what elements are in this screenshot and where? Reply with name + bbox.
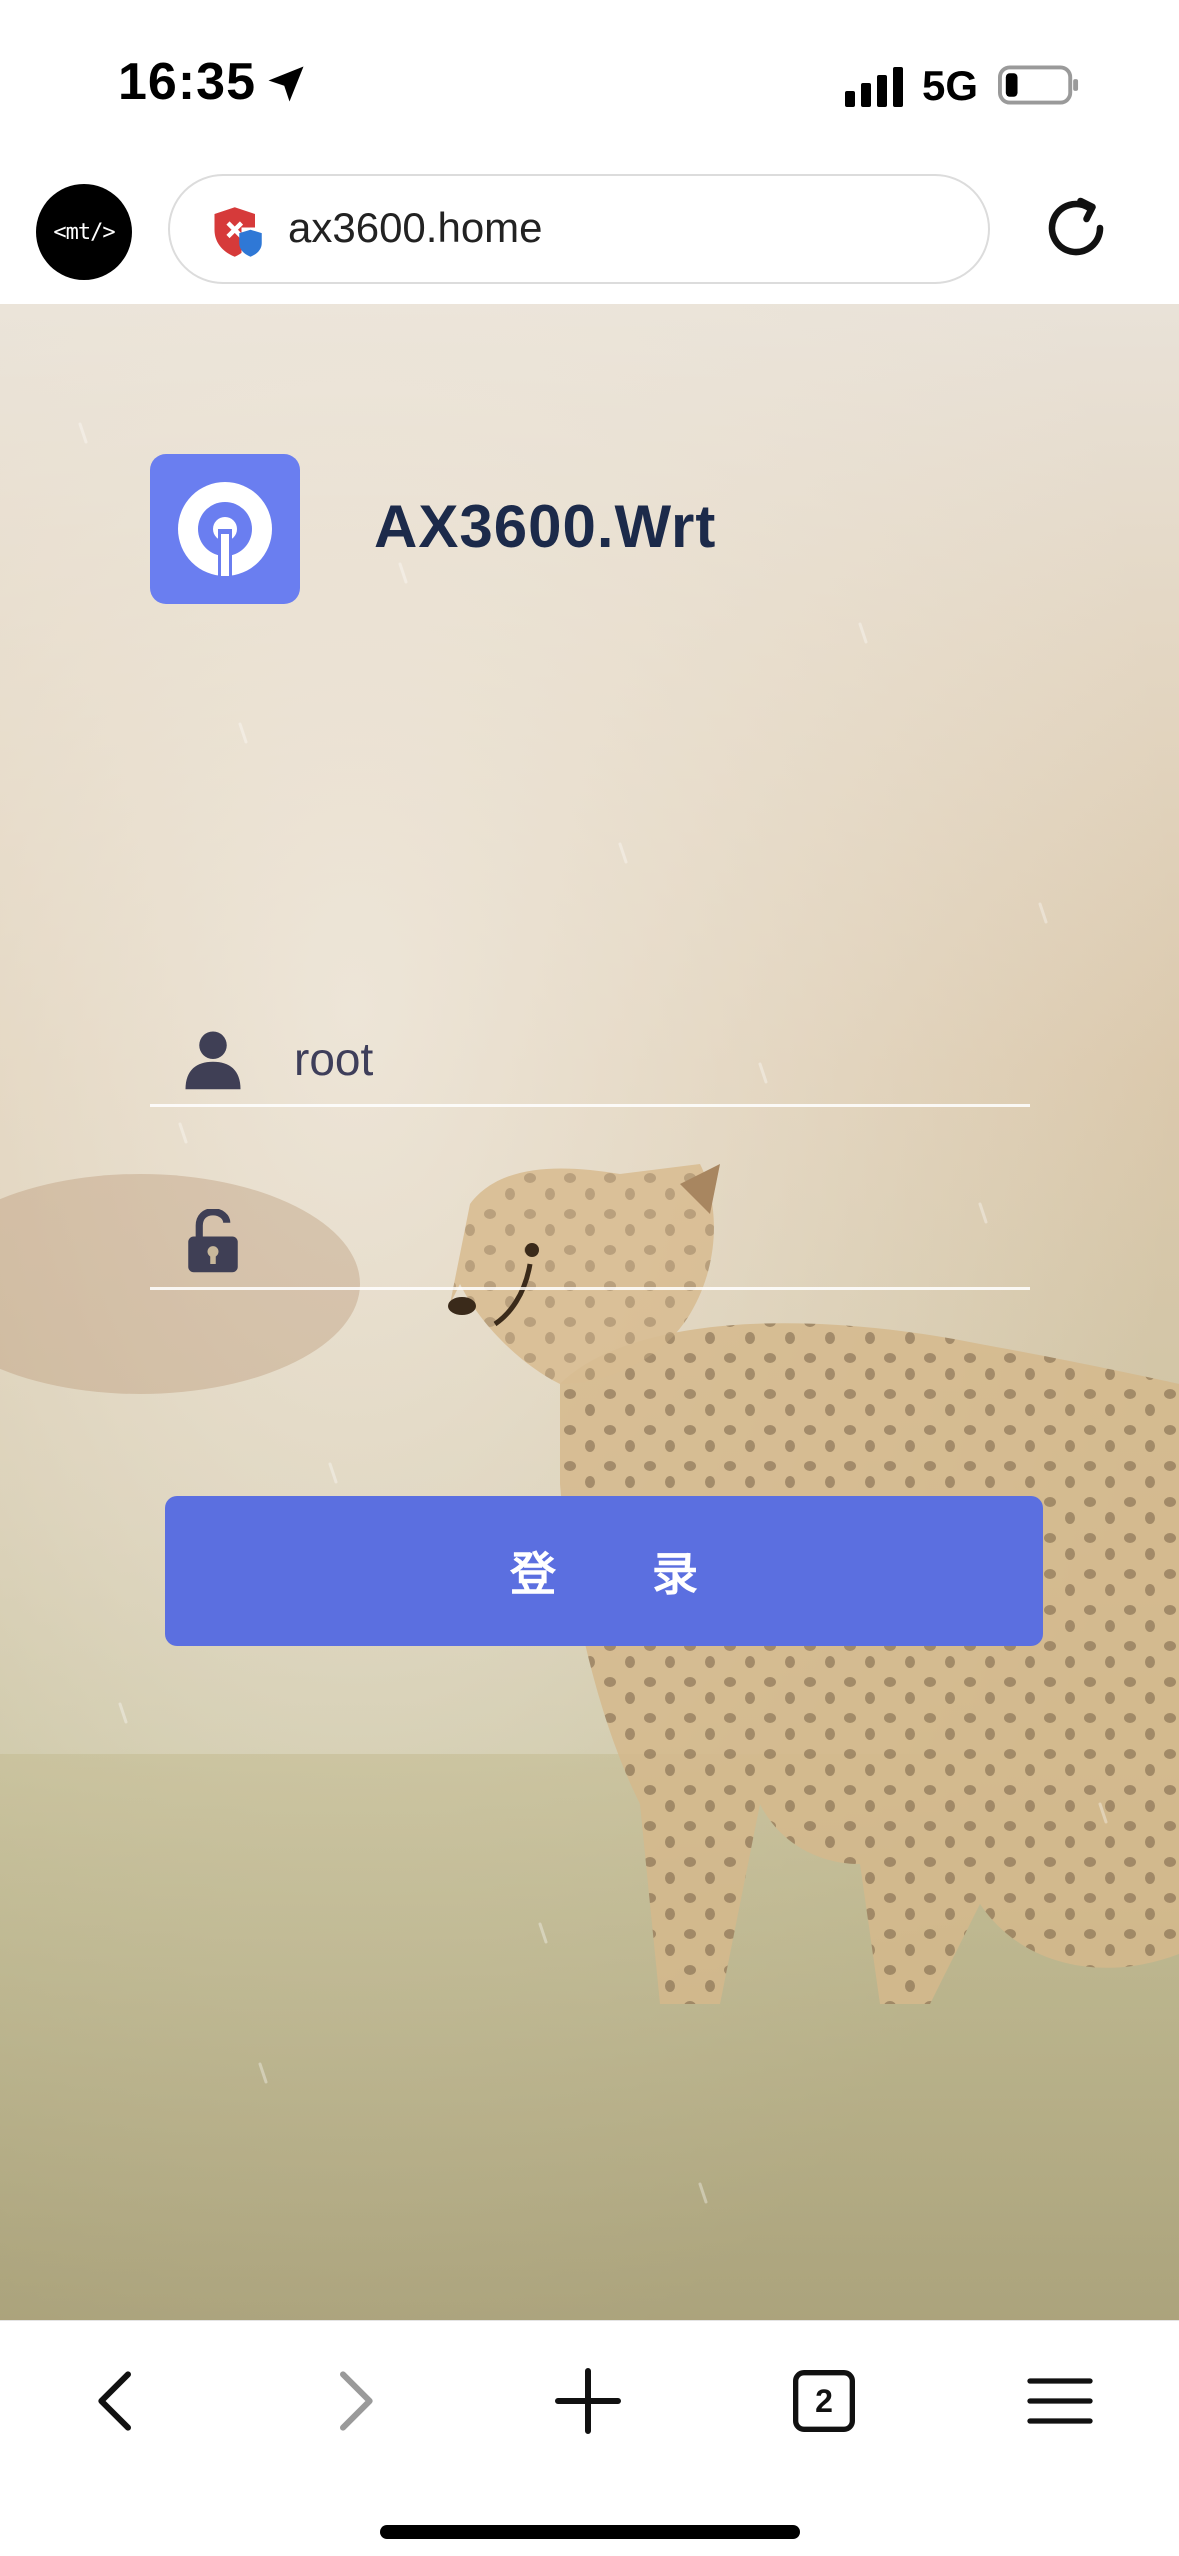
- reload-icon[interactable]: [1040, 192, 1112, 264]
- phone-screen: 16:35 5G <mt/> ax3600.home AX3600.Wrt ro…: [0, 0, 1179, 2556]
- background-cheetah-image: [0, 304, 1179, 2320]
- forward-icon[interactable]: [313, 2361, 393, 2441]
- router-login-page: AX3600.Wrt 登 录: [0, 304, 1179, 2320]
- tabs-button[interactable]: 2: [784, 2361, 864, 2441]
- url-bar[interactable]: ax3600.home: [168, 174, 990, 284]
- shield-icon[interactable]: [210, 204, 264, 260]
- password-input[interactable]: [294, 1215, 994, 1269]
- username-input[interactable]: [294, 1032, 994, 1086]
- url-text[interactable]: ax3600.home: [288, 204, 543, 252]
- brand-logo: [150, 454, 300, 604]
- openwrt-logo-icon: [178, 482, 272, 579]
- brand-title: AX3600.Wrt: [374, 493, 717, 560]
- back-icon[interactable]: [78, 2361, 158, 2441]
- tab-count: 2: [815, 2382, 833, 2419]
- status-bar: 16:35 5G: [0, 0, 1179, 170]
- login-button[interactable]: 登 录: [165, 1496, 1043, 1646]
- user-icon: [185, 1031, 241, 1090]
- unlock-icon: [188, 1209, 238, 1273]
- home-indicator[interactable]: [380, 2525, 800, 2539]
- new-tab-icon[interactable]: [548, 2361, 628, 2441]
- username-field[interactable]: [150, 994, 1030, 1107]
- location-arrow-icon: [268, 66, 304, 102]
- browser-toolbar: <mt/> ax3600.home: [0, 170, 1179, 305]
- browser-bottom-bar: 2: [0, 2320, 1179, 2556]
- status-time: 16:35: [118, 53, 256, 111]
- menu-icon[interactable]: [1020, 2361, 1100, 2441]
- battery-icon: [998, 65, 1079, 105]
- network-type: 5G: [922, 62, 979, 109]
- dev-tools-button[interactable]: <mt/>: [36, 184, 132, 280]
- signal-icon: [845, 67, 903, 107]
- password-field[interactable]: [150, 1177, 1030, 1290]
